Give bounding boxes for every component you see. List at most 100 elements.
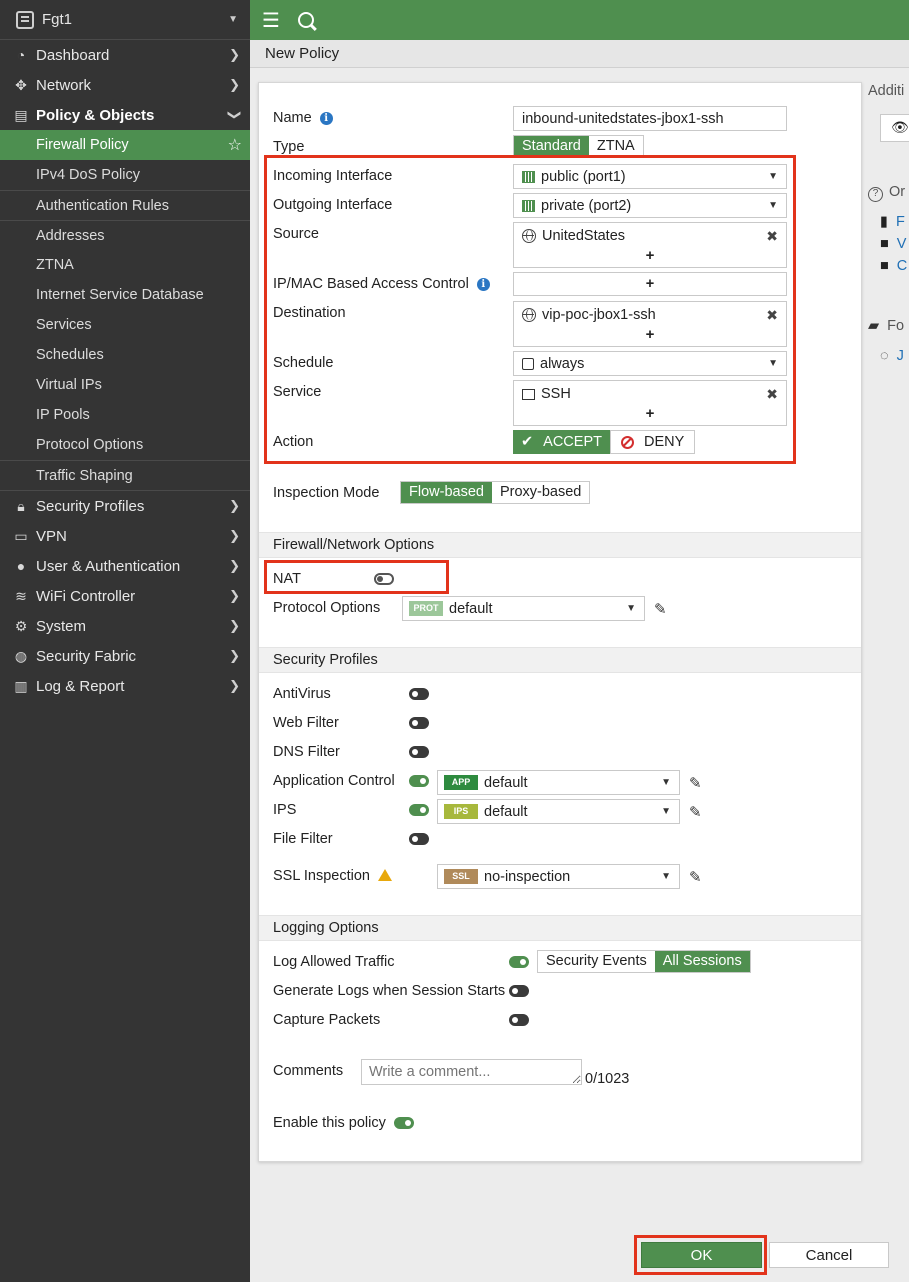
sidebar-item-ipv4-dos-policy[interactable]: IPv4 DoS Policy [0, 160, 250, 190]
page-title: New Policy [250, 40, 909, 68]
sidebar-item-label: System [36, 617, 87, 635]
sidebar-item-label: Log & Report [36, 677, 125, 695]
filefilter-label: File Filter [273, 831, 333, 847]
webfilter-toggle[interactable] [409, 717, 429, 729]
prot-tag: PROT [409, 601, 443, 616]
eye-icon: 👁︎ [891, 119, 909, 135]
protocol-options-label: Protocol Options [273, 600, 381, 616]
sidebar-item-label: User & Authentication [36, 557, 181, 575]
sidebar-item-schedules[interactable]: Schedules [0, 340, 250, 370]
ssl-tag: SSL [444, 869, 478, 884]
chat-icon: ◌ [880, 348, 889, 364]
dnsfilter-toggle[interactable] [409, 746, 429, 758]
search-icon[interactable] [297, 12, 314, 28]
log-allowed-toggle[interactable] [509, 956, 529, 968]
security-events-option[interactable]: Security Events [538, 951, 655, 972]
sidebar-item-addresses[interactable]: Addresses [0, 220, 250, 250]
ips-select[interactable]: IPS default ▼ [437, 799, 680, 824]
security-profiles-header: Security Profiles [259, 647, 861, 673]
app-tag: APP [444, 775, 478, 790]
sidebar-item-label: Protocol Options [36, 437, 144, 453]
app-control-select[interactable]: APP default ▼ [437, 770, 680, 795]
star-icon[interactable]: ☆ [228, 135, 242, 155]
sidebar-item-label: IP Pools [36, 407, 90, 423]
chart-icon: ▥ [14, 677, 28, 694]
antivirus-label: AntiVirus [273, 686, 331, 702]
sidebar-item-firewall-policy[interactable]: Firewall Policy ☆ [0, 130, 250, 160]
type-label: Type [273, 139, 305, 155]
sidebar: Fgt1 ▼ ◔ Dashboard ❯ ✥ Network ❯ ▤ Polic… [0, 0, 250, 1282]
fabric-icon: ◍ [14, 647, 28, 664]
capture-packets-label: Capture Packets [273, 1012, 381, 1028]
help-icon: ? [868, 187, 883, 202]
all-sessions-option[interactable]: All Sessions [654, 951, 750, 972]
webfilter-label: Web Filter [273, 715, 339, 731]
sidebar-item-vpn[interactable]: ▭ VPN ❯ [0, 521, 250, 551]
proxy-based-option[interactable]: Proxy-based [491, 482, 590, 503]
sidebar-item-internet-service-database[interactable]: Internet Service Database [0, 280, 250, 310]
edit-icon[interactable]: ✎ [654, 600, 667, 618]
ok-highlight-box [634, 1235, 767, 1275]
name-input[interactable]: inbound-unitedstates-jbox1-ssh [513, 106, 787, 131]
guide-link-c[interactable]: ■ C [880, 258, 907, 274]
edit-icon[interactable]: ✎ [689, 774, 702, 792]
type-standard-option[interactable]: Standard [514, 136, 589, 157]
sidebar-item-protocol-options[interactable]: Protocol Options [0, 430, 250, 460]
menu-icon[interactable]: ☰ [262, 8, 280, 33]
sidebar-item-label: Security Profiles [36, 497, 145, 515]
guide-link-r[interactable]: ▮ F [880, 214, 905, 230]
video-icon: ■ [880, 258, 889, 274]
sidebar-item-ip-pools[interactable]: IP Pools [0, 400, 250, 430]
app-control-toggle[interactable] [409, 775, 429, 787]
protocol-options-select[interactable]: PROT default ▼ [402, 596, 645, 621]
capture-packets-toggle[interactable] [509, 1014, 529, 1026]
gear-icon: ⚙ [14, 617, 28, 634]
flow-based-option[interactable]: Flow-based [401, 482, 492, 503]
antivirus-toggle[interactable] [409, 688, 429, 700]
edit-icon[interactable]: ✎ [689, 868, 702, 886]
type-ztna-option[interactable]: ZTNA [588, 136, 643, 157]
edit-icon[interactable]: ✎ [689, 803, 702, 821]
info-icon[interactable]: i [319, 112, 333, 125]
nat-highlight-box [264, 560, 449, 594]
sidebar-item-label: IPv4 DoS Policy [36, 167, 140, 183]
sidebar-item-user-authentication[interactable]: ● User & Authentication ❯ [0, 551, 250, 581]
user-icon: ● [16, 558, 26, 574]
sidebar-item-wifi-controller[interactable]: ≋ WiFi Controller ❯ [0, 581, 250, 611]
filefilter-toggle[interactable] [409, 833, 429, 845]
sidebar-item-authentication-rules[interactable]: Authentication Rules [0, 190, 250, 220]
sidebar-item-dashboard[interactable]: ◔ Dashboard ❯ [0, 40, 250, 70]
sidebar-item-virtual-ips[interactable]: Virtual IPs [0, 370, 250, 400]
ips-toggle[interactable] [409, 804, 429, 816]
comments-textarea[interactable] [361, 1059, 582, 1085]
generate-logs-toggle[interactable] [509, 985, 529, 997]
dnsfilter-label: DNS Filter [273, 744, 340, 760]
sidebar-item-security-fabric[interactable]: ◍ Security Fabric ❯ [0, 641, 250, 671]
ssl-label: SSL Inspection [273, 868, 370, 884]
dropdown-arrow-icon: ▼ [626, 603, 636, 614]
logging-options-header: Logging Options [259, 915, 861, 941]
ssl-inspection-select[interactable]: SSL no-inspection ▼ [437, 864, 680, 889]
sidebar-item-label: Authentication Rules [36, 197, 169, 214]
sidebar-item-label: Firewall Policy [36, 137, 129, 153]
name-row: Name i [273, 110, 333, 126]
sidebar-item-label: Services [36, 317, 92, 333]
sidebar-item-services[interactable]: Services [0, 310, 250, 340]
sidebar-item-network[interactable]: ✥ Network ❯ [0, 70, 250, 100]
sidebar-item-ztna[interactable]: ZTNA [0, 250, 250, 280]
sidebar-item-security-profiles[interactable]: 🔒︎ Security Profiles ❯ [0, 491, 250, 521]
cancel-button[interactable]: Cancel [769, 1242, 889, 1268]
video-icon: ■ [880, 236, 889, 252]
dropdown-arrow-icon: ▼ [661, 806, 671, 817]
view-button[interactable]: 👁︎ [880, 114, 909, 142]
sidebar-item-log-report[interactable]: ▥ Log & Report ❯ [0, 671, 250, 701]
sidebar-item-system[interactable]: ⚙ System ❯ [0, 611, 250, 641]
device-selector[interactable]: Fgt1 ▼ [0, 0, 250, 40]
inspection-mode-label: Inspection Mode [273, 485, 380, 501]
sidebar-item-policy-objects[interactable]: ▤ Policy & Objects ❯ [0, 100, 250, 130]
sidebar-item-traffic-shaping[interactable]: Traffic Shaping [0, 460, 250, 490]
select-value: default [484, 803, 528, 820]
enable-policy-toggle[interactable] [394, 1117, 414, 1129]
feedback-link[interactable]: ◌ J [880, 348, 904, 364]
guide-link-v[interactable]: ■ V [880, 236, 906, 252]
